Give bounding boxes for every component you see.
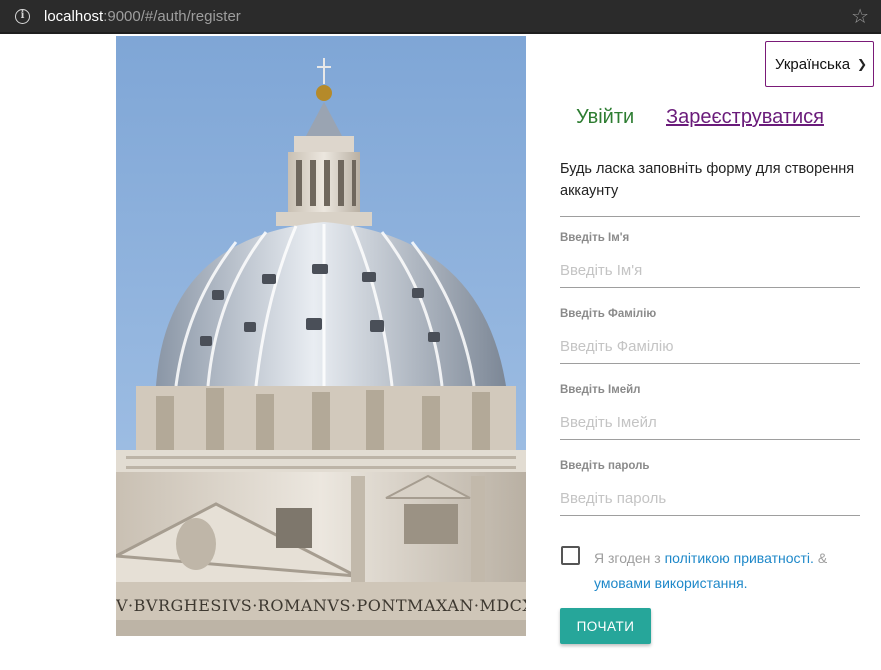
privacy-policy-link[interactable]: політикою приватності. [665,550,814,566]
first-name-field-group: Введіть Ім'я [560,232,860,288]
language-selected-value: Українська [775,55,851,73]
info-icon[interactable]: i [15,9,30,24]
first-name-input[interactable] [560,254,860,288]
hero-inscription: V·BVRGHESIVS·ROMANVS·PONTMAXAN·MDCX [116,596,526,615]
last-name-field-group: Введіть Фамілію [560,308,860,364]
terms-of-use-link[interactable]: умовами використання. [594,575,748,591]
email-input[interactable] [560,406,860,440]
url-host: localhost [44,8,104,25]
url-field[interactable]: localhost:9000/#/auth/register [44,8,241,26]
password-field-group: Введіть пароль [560,460,860,516]
last-name-label: Введіть Фамілію [560,308,657,320]
start-button[interactable]: ПОЧАТИ [560,608,651,644]
email-field-group: Введіть Імейл [560,384,860,440]
divider [560,216,860,217]
agree-ampersand: & [817,550,828,566]
agree-prefix: Я згоден з [594,550,661,566]
password-label: Введіть пароль [560,460,650,472]
browser-address-bar: i localhost:9000/#/auth/register ☆ [0,0,881,34]
agree-checkbox[interactable] [561,546,580,565]
tab-login[interactable]: Увійти [576,106,634,129]
chevron-down-icon: ❯ [856,57,867,71]
tab-register[interactable]: Зареєструватися [666,106,824,129]
url-path: :9000/#/auth/register [103,8,241,25]
dome-illustration: V·BVRGHESIVS·ROMANVS·PONTMAXAN·MDCX [116,36,526,636]
form-intro-text: Будь ласка заповніть форму для створення… [560,161,855,199]
password-input[interactable] [560,482,860,516]
first-name-label: Введіть Ім'я [560,232,630,244]
last-name-input[interactable] [560,330,860,364]
agree-text: Я згоден з політикою приватності. & умов… [594,546,864,596]
hero-image-dome: V·BVRGHESIVS·ROMANVS·PONTMAXAN·MDCX [116,36,526,636]
language-select[interactable]: Українська ❯ [765,41,874,87]
email-label: Введіть Імейл [560,384,641,396]
bookmark-star-icon[interactable]: ☆ [851,5,869,27]
